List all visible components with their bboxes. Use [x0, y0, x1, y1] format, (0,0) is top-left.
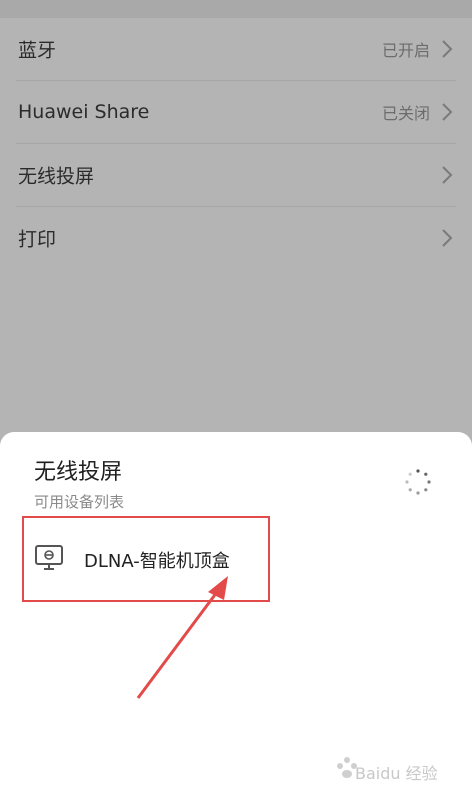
- settings-item-status: 已关闭: [381, 104, 430, 123]
- settings-item-label: Huawei Share: [18, 101, 150, 123]
- annotation-arrow-icon: [136, 576, 228, 699]
- settings-item-label: 打印: [18, 228, 57, 251]
- settings-item-huawei-share[interactable]: Huawei Share 已关闭: [16, 81, 456, 144]
- chevron-right-icon: [442, 103, 453, 121]
- chevron-right-icon: [442, 40, 453, 58]
- settings-item-print[interactable]: 打印: [16, 207, 456, 269]
- chevron-right-icon: [442, 229, 453, 247]
- loading-spinner-icon: [405, 469, 431, 495]
- settings-item-status: 已开启: [381, 41, 430, 60]
- sheet-title: 无线投屏: [34, 460, 123, 485]
- watermark-text: Baidu 经验: [355, 764, 438, 783]
- settings-item-label: 无线投屏: [18, 165, 95, 188]
- settings-item-wireless-projection[interactable]: 无线投屏: [16, 144, 456, 207]
- status-bar-strip: [0, 0, 472, 18]
- settings-item-bluetooth[interactable]: 蓝牙 已开启: [16, 18, 456, 81]
- settings-list: 蓝牙 已开启 Huawei Share 已关闭 无线投屏 打印: [0, 18, 472, 269]
- chevron-right-icon: [442, 166, 453, 184]
- settings-item-label: 蓝牙: [18, 39, 57, 62]
- sheet-subtitle: 可用设备列表: [34, 493, 125, 511]
